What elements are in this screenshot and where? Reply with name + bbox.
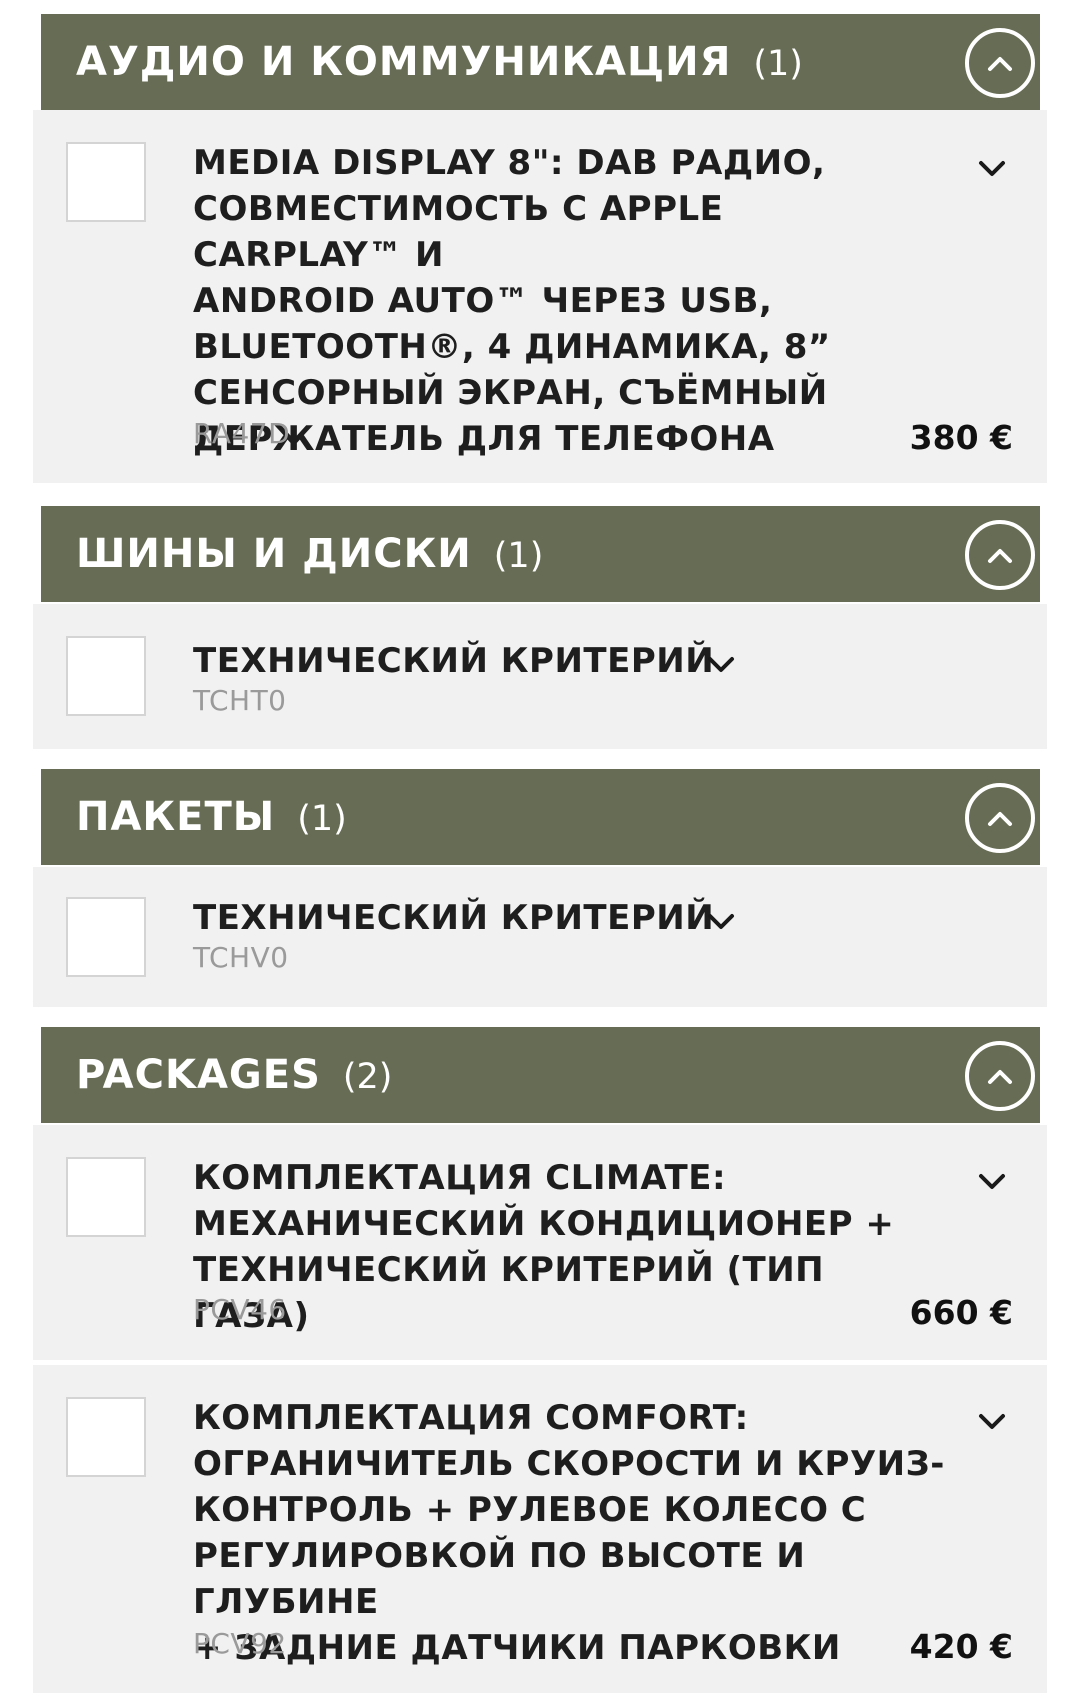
option-title-line: ОГРАНИЧИТЕЛЬ СКОРОСТИ И КРУИЗ- <box>193 1444 945 1484</box>
section-title: PACKAGES <box>76 1052 321 1098</box>
chevron-up-icon <box>988 57 1012 71</box>
option-title-line: ANDROID AUTO™ ЧЕРЕЗ USB, <box>193 281 773 321</box>
option-title: ТЕХНИЧЕСКИЙ КРИТЕРИЙ <box>193 898 715 938</box>
option-item: ТЕХНИЧЕСКИЙ КРИТЕРИЙ TCHV0 <box>33 867 1047 1007</box>
collapse-section-button[interactable] <box>965 783 1035 853</box>
option-title-line: ТЕХНИЧЕСКИЙ КРИТЕРИЙ (ТИП ГАЗА) <box>193 1250 825 1336</box>
option-title-line: MEDIA DISPLAY 8": DAB РАДИО, <box>193 143 826 183</box>
section-title: ШИНЫ И ДИСКИ <box>76 531 472 577</box>
option-title: КОМПЛЕКТАЦИЯ CLIMATE: МЕХАНИЧЕСКИЙ КОНДИ… <box>193 1155 933 1339</box>
section-title: АУДИО И КОММУНИКАЦИЯ <box>76 39 732 85</box>
options-list: АУДИО И КОММУНИКАЦИЯ (1) MEDIA DISPLAY 8… <box>0 0 1080 1700</box>
option-title-line: ДЕРЖАТЕЛЬ ДЛЯ ТЕЛЕФОНА <box>193 419 775 459</box>
option-title-line: СЕНСОРНЫЙ ЭКРАН, СЪЁМНЫЙ <box>193 373 828 413</box>
option-title: MEDIA DISPLAY 8": DAB РАДИО, СОВМЕСТИМОС… <box>193 140 933 462</box>
option-title-line: КОМПЛЕКТАЦИЯ COMFORT: <box>193 1398 749 1438</box>
section-count: (1) <box>753 44 803 84</box>
option-item: ТЕХНИЧЕСКИЙ КРИТЕРИЙ TCHT0 <box>33 604 1047 749</box>
chevron-up-icon <box>988 812 1012 826</box>
chevron-down-icon[interactable] <box>705 911 737 933</box>
chevron-down-icon[interactable] <box>976 1411 1008 1433</box>
section-header[interactable]: АУДИО И КОММУНИКАЦИЯ (1) <box>41 14 1040 110</box>
option-title: ТЕХНИЧЕСКИЙ КРИТЕРИЙ <box>193 641 715 681</box>
option-title: КОМПЛЕКТАЦИЯ COMFORT: ОГРАНИЧИТЕЛЬ СКОРО… <box>193 1395 953 1671</box>
option-price: 380 € <box>909 418 1013 457</box>
option-title-line: BLUETOOTH®, 4 ДИНАМИКА, 8” <box>193 327 831 367</box>
chevron-down-icon[interactable] <box>976 1171 1008 1193</box>
section-header[interactable]: ПАКЕТЫ (1) <box>41 769 1040 865</box>
option-price: 420 € <box>909 1627 1013 1666</box>
chevron-up-icon <box>988 1070 1012 1084</box>
collapse-section-button[interactable] <box>965 520 1035 590</box>
option-checkbox[interactable] <box>66 1397 146 1477</box>
option-title-line: КОМПЛЕКТАЦИЯ CLIMATE: <box>193 1158 727 1198</box>
option-checkbox[interactable] <box>66 1157 146 1237</box>
option-code: PCV92 <box>193 1627 287 1660</box>
option-checkbox[interactable] <box>66 636 146 716</box>
option-checkbox[interactable] <box>66 142 146 222</box>
chevron-up-icon <box>988 549 1012 563</box>
option-item: MEDIA DISPLAY 8": DAB РАДИО, СОВМЕСТИМОС… <box>33 110 1047 483</box>
option-code: RA47D <box>193 417 291 450</box>
option-title-line: КОНТРОЛЬ + РУЛЕВОЕ КОЛЕСО С <box>193 1490 867 1530</box>
option-code: TCHV0 <box>193 941 289 974</box>
section-header[interactable]: PACKAGES (2) <box>41 1027 1040 1123</box>
option-title-line: СОВМЕСТИМОСТЬ С APPLE CARPLAY™ И <box>193 189 724 275</box>
section-header[interactable]: ШИНЫ И ДИСКИ (1) <box>41 506 1040 602</box>
chevron-down-icon[interactable] <box>976 158 1008 180</box>
collapse-section-button[interactable] <box>965 1041 1035 1111</box>
option-item: КОМПЛЕКТАЦИЯ CLIMATE: МЕХАНИЧЕСКИЙ КОНДИ… <box>33 1125 1047 1360</box>
option-title-line: + ЗАДНИЕ ДАТЧИКИ ПАРКОВКИ <box>193 1628 841 1668</box>
collapse-section-button[interactable] <box>965 28 1035 98</box>
option-title-line: МЕХАНИЧЕСКИЙ КОНДИЦИОНЕР + <box>193 1204 895 1244</box>
section-title: ПАКЕТЫ <box>76 794 276 840</box>
section-count: (1) <box>493 536 544 576</box>
chevron-down-icon[interactable] <box>705 654 737 676</box>
option-price: 660 € <box>909 1293 1013 1332</box>
section-count: (1) <box>297 799 347 839</box>
option-title-line: РЕГУЛИРОВКОЙ ПО ВЫСОТЕ И ГЛУБИНЕ <box>193 1536 806 1622</box>
option-code: PCV46 <box>193 1293 287 1326</box>
option-checkbox[interactable] <box>66 897 146 977</box>
option-item: КОМПЛЕКТАЦИЯ COMFORT: ОГРАНИЧИТЕЛЬ СКОРО… <box>33 1365 1047 1693</box>
section-count: (2) <box>342 1057 393 1097</box>
option-code: TCHT0 <box>193 684 287 717</box>
